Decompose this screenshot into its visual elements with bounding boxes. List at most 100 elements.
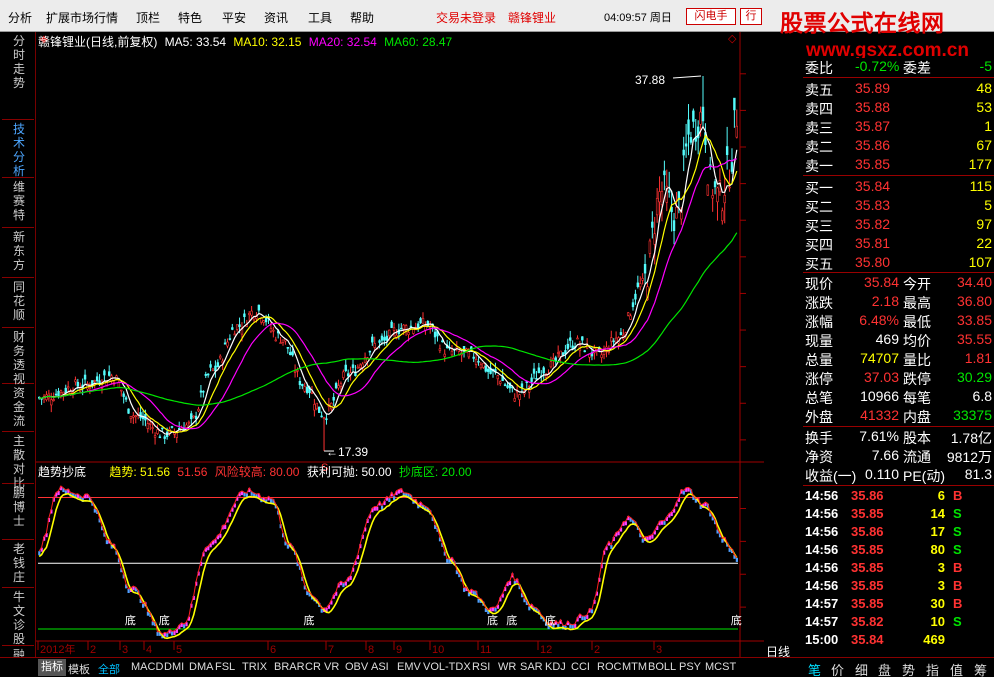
ask-label: 卖四 [805, 101, 833, 117]
menu-extended-market[interactable]: 扩展市场行情 [46, 9, 118, 26]
right-tab-1[interactable]: 笔 [808, 660, 821, 677]
left-tab-2[interactable]: 技术分析 [2, 122, 34, 178]
indicator-bar [735, 557, 738, 562]
bid-label: 买四 [805, 237, 833, 253]
candle-body [368, 350, 372, 353]
indicator-bar [660, 520, 664, 525]
candle-body [496, 375, 500, 380]
quote-button[interactable]: 行 [740, 8, 762, 25]
bid-volume: 97 [976, 216, 992, 232]
bottom-tab-kdj[interactable]: KDJ [545, 661, 566, 673]
indicator-bar [286, 544, 290, 549]
candle-body [339, 383, 343, 387]
candle-body [132, 415, 135, 418]
candle-body [149, 422, 152, 425]
fund-label: 换手 [805, 430, 833, 446]
candle-body [296, 370, 299, 372]
menu-features[interactable]: 特色 [178, 9, 202, 26]
indicator-bar [721, 538, 724, 543]
bottom-tab-模板[interactable]: 模板 [68, 661, 90, 677]
bottom-tab-macd[interactable]: MACD [131, 661, 163, 673]
candle-body [660, 191, 664, 206]
candle-body [64, 387, 67, 393]
bottom-tab-fsl[interactable]: FSL [215, 661, 235, 673]
right-tab-4[interactable]: 盘 [878, 660, 891, 677]
bottom-tab-roc[interactable]: ROC [597, 661, 621, 673]
quote-stat-row: 涨幅 6.48% 最低 33.85 [803, 312, 994, 331]
candle-body [433, 331, 437, 338]
bottom-tab-cci[interactable]: CCI [571, 661, 590, 673]
right-tab-3[interactable]: 细 [855, 660, 868, 677]
menu-tools[interactable]: 工具 [308, 9, 332, 26]
right-tab-5[interactable]: 势 [902, 660, 915, 677]
bottom-signal-label: 底 [304, 613, 315, 627]
kline-chart[interactable]: ◇◆38.0036.0034.0032.0030.0028.0026.0024.… [36, 32, 798, 657]
quote-panel: 委比 -0.72% 委差 -5 卖五 35.89 48 卖四 35.88 53 卖三 35.87 1 卖二… [803, 58, 994, 657]
menu-pingan[interactable]: 平安 [222, 9, 246, 26]
bottom-tab-psy[interactable]: PSY [679, 661, 701, 673]
candle-body [163, 436, 166, 439]
menu-help[interactable]: 帮助 [350, 9, 374, 26]
stat-value: 1.81 [964, 350, 992, 366]
candle-body [641, 278, 644, 281]
right-tab-8[interactable]: 筹 [974, 660, 987, 677]
bottom-tab-dmi[interactable]: DMI [164, 661, 184, 673]
candle-body [682, 149, 685, 156]
bottom-tab-brar[interactable]: BRAR [274, 661, 305, 673]
bottom-tab-cr[interactable]: CR [305, 661, 321, 673]
tick-row: 14:56 35.85 14 S [803, 506, 994, 524]
indicator-bar [376, 506, 379, 511]
bottom-tab-mtm[interactable]: MTM [622, 661, 647, 673]
bottom-tab-vr[interactable]: VR [324, 661, 339, 673]
bottom-tab-mcst[interactable]: MCST [705, 661, 736, 673]
candle-body [238, 324, 241, 327]
bottom-tab-指标[interactable]: 指标 [38, 659, 66, 676]
candle-body [634, 293, 637, 300]
candle-body [57, 390, 60, 398]
bottom-tab-dma[interactable]: DMA [189, 661, 213, 673]
menu-news[interactable]: 资讯 [264, 9, 288, 26]
tick-price: 35.85 [851, 506, 884, 521]
left-tab-10[interactable]: 老钱庄 [2, 542, 34, 588]
candle-body [631, 302, 635, 308]
left-tab-11[interactable]: 牛文诊股 [2, 590, 34, 646]
bottom-tab-vol-tdx[interactable]: VOL-TDX [423, 661, 471, 673]
flash-trade-button[interactable]: 闪电手 [686, 8, 736, 25]
bottom-tab-wr[interactable]: WR [498, 661, 516, 673]
bottom-tab-emv[interactable]: EMV [397, 661, 421, 673]
stat-label: 现价 [805, 276, 833, 292]
candle-body [482, 362, 485, 368]
left-tab-4[interactable]: 新东方 [2, 230, 34, 278]
candle-body [552, 358, 555, 361]
sep-header [803, 77, 994, 78]
left-tab-7[interactable]: 资金流 [2, 386, 34, 432]
left-tab-5[interactable]: 同花顺 [2, 280, 34, 328]
bottom-tab-boll[interactable]: BOLL [648, 661, 676, 673]
left-tab-9[interactable]: 鹏博士 [2, 486, 34, 540]
bottom-tab-asi[interactable]: ASI [371, 661, 389, 673]
menu-top-bar[interactable]: 顶栏 [136, 9, 160, 26]
candle-body [233, 333, 236, 336]
chart-area[interactable]: ◇◆38.0036.0034.0032.0030.0028.0026.0024.… [36, 32, 798, 657]
time-axis-label: 2 [90, 644, 96, 656]
left-tab-8[interactable]: 主散对比 [2, 434, 34, 490]
stat-label: 总量 [805, 352, 833, 368]
right-tab-7[interactable]: 值 [950, 660, 963, 677]
indicator-name[interactable]: 趋势抄底 [38, 465, 86, 479]
candle-body [404, 325, 408, 332]
bottom-tab-trix[interactable]: TRIX [242, 661, 267, 673]
right-tab-2[interactable]: 价 [831, 660, 844, 677]
menu-analysis[interactable]: 分析 [8, 9, 32, 26]
bottom-tab-sar[interactable]: SAR [520, 661, 543, 673]
left-tab-3[interactable]: 维赛特 [2, 180, 34, 228]
right-tab-6[interactable]: 指 [926, 660, 939, 677]
bottom-tab-obv[interactable]: OBV [345, 661, 368, 673]
left-tab-6[interactable]: 财务透视 [2, 330, 34, 386]
bottom-tab-rsi[interactable]: RSI [472, 661, 490, 673]
candle-body [356, 366, 360, 369]
bottom-tab-全部[interactable]: 全部 [98, 661, 120, 677]
bottom-signal-label: 底 [159, 613, 170, 627]
left-tab-1[interactable]: 分时走势 [2, 34, 34, 120]
stat-value: 34.40 [956, 274, 992, 290]
login-status[interactable]: 交易未登录 [436, 9, 496, 26]
